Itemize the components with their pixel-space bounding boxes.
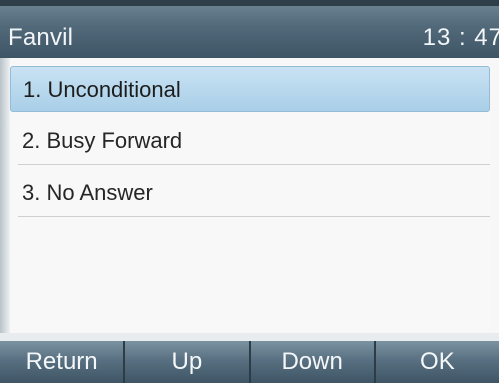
up-softkey[interactable]: Up	[125, 341, 251, 383]
clock-time: 13 : 47	[422, 24, 499, 51]
list-item-label: 2. Busy Forward	[22, 128, 183, 153]
ok-softkey[interactable]: OK	[375, 341, 499, 383]
phone-screen: Fanvil 13 : 47 1. Unconditional 2. Busy …	[0, 0, 499, 383]
list-item-busy-forward[interactable]: 2. Busy Forward	[10, 118, 490, 165]
screen-left-border	[0, 58, 10, 340]
status-bar: Fanvil 13 : 47	[0, 0, 499, 58]
list-item-no-answer[interactable]: 3. No Answer	[10, 170, 490, 217]
softkey-bar: Return Up Down OK	[0, 341, 499, 383]
down-softkey[interactable]: Down	[250, 341, 376, 383]
list-item-label: 3. No Answer	[22, 180, 153, 205]
divider	[18, 216, 490, 217]
forward-options-list: 1. Unconditional 2. Busy Forward 3. No A…	[10, 64, 490, 332]
list-item-label: 1. Unconditional	[23, 77, 181, 102]
divider	[18, 164, 490, 165]
list-item-unconditional[interactable]: 1. Unconditional	[10, 66, 490, 112]
screen-bottom-border	[0, 333, 499, 341]
return-softkey[interactable]: Return	[0, 341, 126, 383]
brand-label: Fanvil	[8, 24, 74, 51]
